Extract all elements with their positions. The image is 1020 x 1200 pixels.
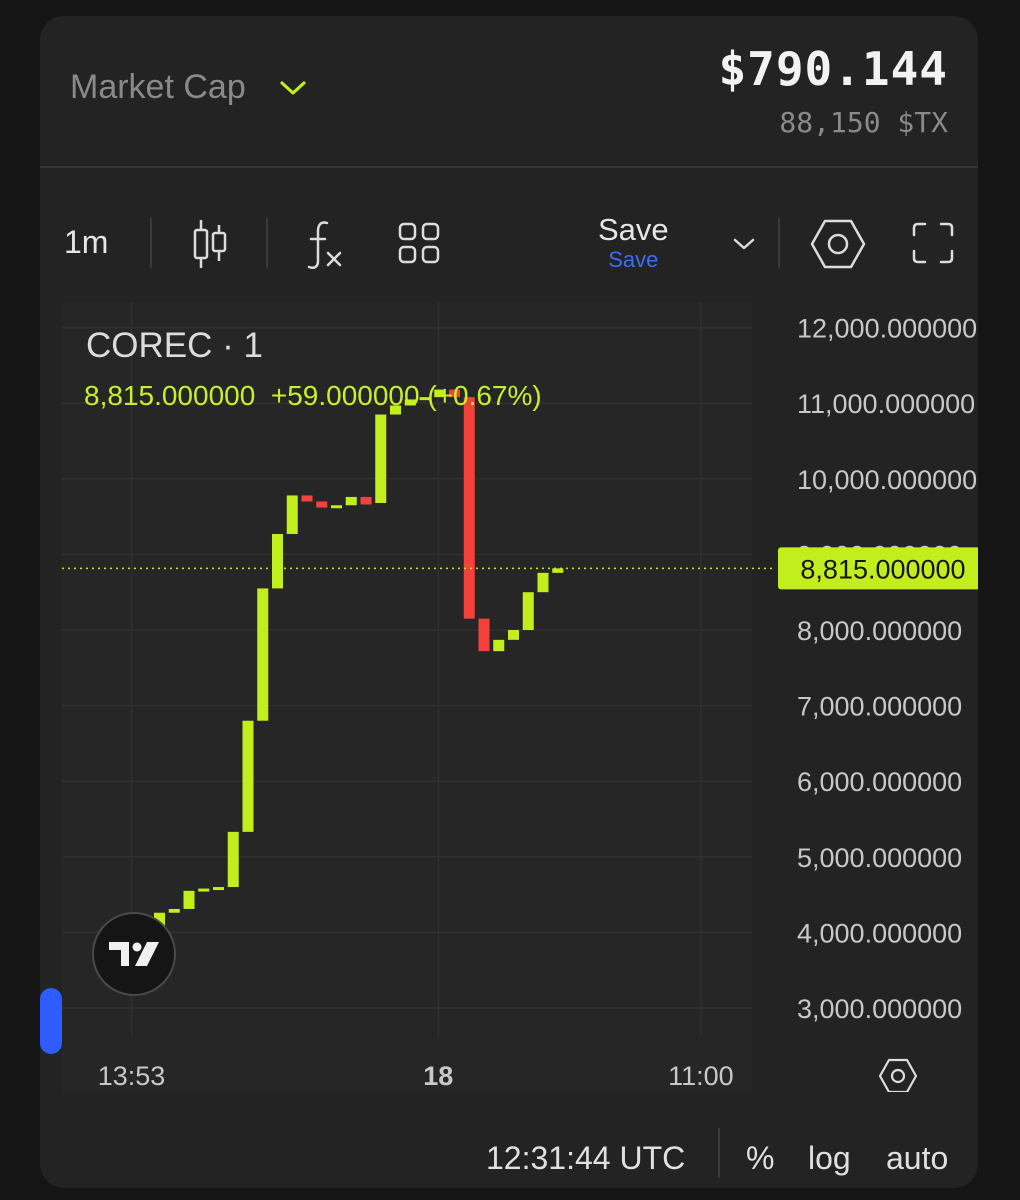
chevron-down-icon <box>280 80 306 95</box>
candle[interactable] <box>301 495 313 502</box>
interval-button[interactable]: 1m <box>64 224 108 261</box>
toolbar-divider <box>778 218 780 268</box>
candle[interactable] <box>360 496 372 505</box>
candle[interactable] <box>331 505 342 509</box>
card-header: Market Cap $790.144 88,150 $TX <box>40 16 978 168</box>
token-amount: 88,150 $TX <box>779 106 948 139</box>
tradingview-logo-icon <box>109 942 159 966</box>
candle[interactable] <box>463 397 475 619</box>
candle[interactable] <box>257 588 269 721</box>
axis-settings-hexagon <box>878 1058 918 1094</box>
candlestick-icon <box>193 220 227 268</box>
fullscreen-button[interactable] <box>910 220 956 266</box>
percent-scale-toggle[interactable]: % <box>746 1140 774 1177</box>
candle[interactable] <box>183 890 195 909</box>
footer-divider <box>718 1128 720 1178</box>
function-fx-icon <box>307 221 342 269</box>
indicators-button[interactable] <box>302 216 348 272</box>
y-tick-label: 6,000.000000 <box>797 767 962 797</box>
save-button[interactable]: Save Save <box>598 214 669 271</box>
candle[interactable] <box>522 592 534 630</box>
axis-settings-icon[interactable] <box>878 1058 918 1094</box>
candle[interactable] <box>493 639 505 652</box>
candle[interactable] <box>168 908 180 913</box>
auto-scale-toggle[interactable]: auto <box>886 1140 948 1177</box>
save-status: Save <box>608 247 659 272</box>
candlestick-chart[interactable]: 3,000.000000 4,000.000000 5,000.000000 6,00… <box>62 302 978 1094</box>
x-tick-label: 13:53 <box>98 1061 166 1091</box>
y-tick-label: 4,000.000000 <box>797 918 962 948</box>
candle[interactable] <box>242 720 254 832</box>
price-value: $790.144 <box>718 42 948 96</box>
chart-settings-button[interactable] <box>810 216 866 272</box>
log-scale-toggle[interactable]: log <box>808 1140 851 1177</box>
price-chart[interactable]: 3,000.000000 4,000.000000 5,000.000000 6,00… <box>62 302 978 1094</box>
symbol-title: COREC · 1 <box>86 326 263 365</box>
ohlc-change: +59.000000 (+0.67%) <box>270 380 542 411</box>
grid-layout-icon <box>398 222 440 264</box>
scroll-handle[interactable] <box>40 988 62 1054</box>
y-tick-label: 7,000.000000 <box>797 692 962 722</box>
tradingview-logo[interactable] <box>92 912 176 996</box>
axis-settings-circle <box>890 1068 906 1084</box>
layout-button[interactable] <box>396 220 442 266</box>
candle[interactable] <box>198 888 210 892</box>
candle[interactable] <box>478 618 490 652</box>
toolbar-divider <box>150 218 152 268</box>
candle[interactable] <box>213 887 224 891</box>
utc-clock[interactable]: 12:31:44 UTC <box>486 1140 685 1177</box>
metric-dropdown[interactable]: Market Cap <box>70 68 306 107</box>
y-tick-label: 5,000.000000 <box>797 843 962 873</box>
candle[interactable] <box>227 831 239 888</box>
candle[interactable] <box>272 533 283 589</box>
ohlc-last-price: 8,815.000000 <box>84 380 256 411</box>
price-display: $790.144 88,150 $TX <box>718 42 948 139</box>
chart-card: Market Cap $790.144 88,150 $TX 1m Save S… <box>40 16 978 1188</box>
candle[interactable] <box>375 414 387 503</box>
toolbar-divider <box>266 218 268 268</box>
candlestick-type-button[interactable] <box>188 216 232 272</box>
save-options-button[interactable] <box>730 232 758 256</box>
save-label: Save <box>598 212 669 247</box>
candle[interactable] <box>537 572 549 593</box>
y-tick-label: 12,000.000000 <box>797 314 977 344</box>
x-tick-label: 11:00 <box>668 1061 734 1091</box>
last-price-label: 8,815.000000 <box>800 554 965 584</box>
fullscreen-icon <box>912 222 954 264</box>
y-tick-label: 11,000.000000 <box>797 389 975 419</box>
chevron-down-icon <box>733 238 755 250</box>
candle[interactable] <box>316 501 328 508</box>
candle[interactable] <box>508 630 519 640</box>
metric-label: Market Cap <box>70 68 246 106</box>
ohlc-readout: 8,815.000000 +59.000000 (+0.67%) <box>84 380 542 412</box>
y-tick-label: 3,000.000000 <box>797 994 962 1024</box>
y-tick-label: 10,000.000000 <box>797 465 977 495</box>
x-tick-label: 18 <box>423 1061 453 1091</box>
y-tick-label: 8,000.000000 <box>797 616 962 646</box>
chart-toolbar: 1m Save Save <box>40 212 978 276</box>
chart-footer: 12:31:44 UTC % log auto <box>40 1120 978 1188</box>
candle[interactable] <box>345 496 357 506</box>
hexagon-settings-icon <box>810 219 866 269</box>
candle[interactable] <box>286 495 298 534</box>
